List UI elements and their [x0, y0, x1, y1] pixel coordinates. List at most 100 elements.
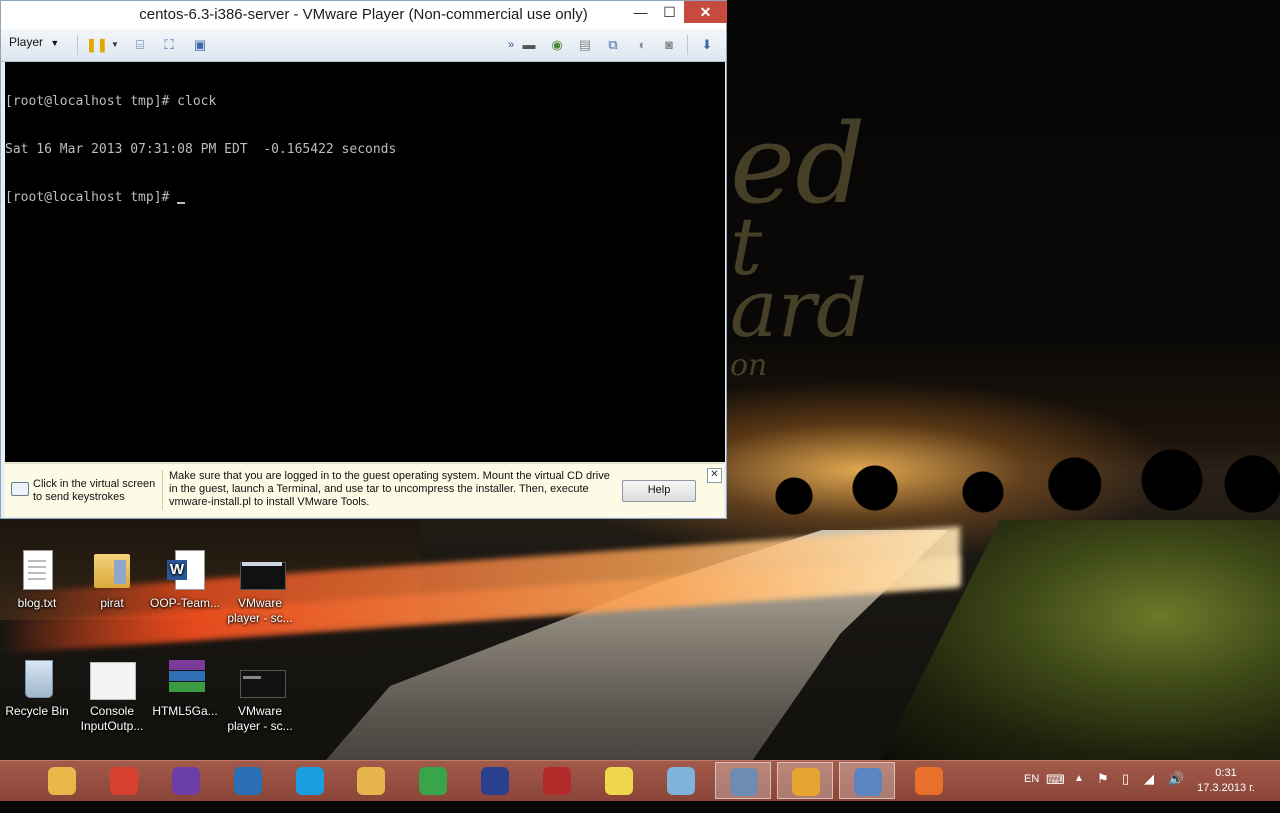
- file-explorer-icon: [48, 767, 76, 795]
- close-infobar-icon[interactable]: ✕: [707, 468, 722, 483]
- text-file-icon: [17, 550, 57, 592]
- taskbar: EN ⌨ ▲ ⚑ ▯ ◢ 🔊 0:31 17.3.2013 г.: [0, 760, 1280, 801]
- visual-studio-icon: [172, 767, 200, 795]
- pause-icon[interactable]: ❚❚: [86, 37, 108, 53]
- console-line: Sat 16 Mar 2013 07:31:08 PM EDT -0.16542…: [5, 142, 397, 157]
- desktop-icon-vmware-screenshot-1[interactable]: VMware player - sc...: [224, 550, 296, 626]
- send-ctrl-alt-del-icon[interactable]: ⌸: [132, 37, 148, 53]
- floppy-icon[interactable]: ▤: [577, 37, 593, 53]
- taskbar-button[interactable]: [405, 762, 461, 799]
- taskbar-button[interactable]: [158, 762, 214, 799]
- infobar-divider: [162, 470, 163, 510]
- close-button[interactable]: ✕: [684, 1, 727, 23]
- keyboard-icon: [11, 482, 29, 496]
- taskbar-button[interactable]: [591, 762, 647, 799]
- toolbar-separator: [77, 35, 78, 55]
- taskbar-button[interactable]: [96, 762, 152, 799]
- clock-time: 0:31: [1215, 767, 1237, 779]
- taskbar-button[interactable]: [343, 762, 399, 799]
- language-flag-icon: [481, 767, 509, 795]
- battery-icon[interactable]: ▯: [1122, 771, 1129, 811]
- help-button[interactable]: Help: [622, 480, 696, 502]
- keyboard-icon[interactable]: ⌨: [1046, 772, 1065, 812]
- utorrent-icon: [419, 767, 447, 795]
- download-icon[interactable]: ⬇: [699, 37, 715, 53]
- player-menu-label: Player: [9, 35, 44, 49]
- desktop-icon-label: VMware player - sc...: [227, 704, 293, 733]
- more-devices-icon[interactable]: »: [503, 37, 519, 53]
- taskbar-button[interactable]: [653, 762, 709, 799]
- taskbar-button[interactable]: [777, 762, 833, 799]
- desktop-icon-label: blog.txt: [17, 596, 57, 610]
- taskbar-button[interactable]: [901, 762, 957, 799]
- chevron-down-icon[interactable]: ▼: [107, 37, 123, 53]
- screenshot-image-icon: [240, 658, 286, 700]
- hard-disk-icon[interactable]: ▬: [521, 37, 537, 53]
- wallpaper-script-art: ard: [730, 262, 868, 355]
- sound-card-icon[interactable]: ◖: [633, 37, 649, 53]
- click-hint-text: Click in the virtual screen to send keys…: [33, 478, 156, 503]
- text-cursor: [177, 190, 186, 204]
- wallpaper-script-art: on: [730, 348, 768, 383]
- paint-icon: [854, 768, 882, 796]
- taskbar-button[interactable]: [282, 762, 338, 799]
- vm-toolbar: Player ▼ ❚❚ ▼ ⌸ ⛶ ▣ » ▬ ◉ ▤ ⧉ ◖ ◙ ⬇: [1, 29, 726, 62]
- taskbar-clock[interactable]: 0:31 17.3.2013 г.: [1188, 766, 1264, 796]
- console-line: [root@localhost tmp]#: [5, 190, 178, 205]
- taskbar-button[interactable]: [34, 762, 90, 799]
- sticky-notes-icon: [605, 767, 633, 795]
- show-hidden-icons-icon[interactable]: ▲: [1074, 773, 1084, 813]
- desktop-icon-label: Recycle Bin: [5, 704, 69, 718]
- chevron-down-icon: ▼: [50, 38, 60, 48]
- toolbar-separator: [687, 35, 688, 55]
- window-titlebar[interactable]: centos-6.3-i386-server - VMware Player (…: [1, 1, 727, 29]
- skype-icon: [296, 767, 324, 795]
- remote-desktop-icon: [730, 768, 758, 796]
- vmware-tools-infobar: Click in the virtual screen to send keys…: [5, 463, 724, 517]
- taskbar-button[interactable]: [715, 762, 771, 799]
- desktop-icon-label: VMware player - sc...: [227, 596, 293, 625]
- camera-icon[interactable]: ◙: [661, 37, 677, 53]
- network-signal-icon[interactable]: ◢: [1144, 771, 1154, 811]
- desktop-icon-oop-team[interactable]: W OOP-Team...: [149, 550, 221, 611]
- vmware-player-window[interactable]: centos-6.3-i386-server - VMware Player (…: [0, 0, 727, 519]
- minimize-button[interactable]: —: [626, 1, 655, 23]
- desktop-icon-label: OOP-Team...: [149, 596, 220, 610]
- fullscreen-icon[interactable]: ⛶: [161, 37, 177, 53]
- network-adapter-icon[interactable]: ⧉: [605, 37, 621, 53]
- console-line: [root@localhost tmp]# clock: [5, 94, 217, 109]
- vmware-icon: [792, 768, 820, 796]
- wallpaper-trees: [740, 440, 1280, 520]
- brackets-icon: [234, 767, 262, 795]
- desktop-icon-vmware-screenshot-2[interactable]: VMware player - sc...: [224, 658, 296, 734]
- desktop-icon-pirat[interactable]: pirat: [76, 550, 148, 611]
- action-center-flag-icon[interactable]: ⚑: [1097, 771, 1109, 811]
- taskbar-button[interactable]: [467, 762, 523, 799]
- desktop-icon-label: pirat: [100, 596, 124, 610]
- desktop-icon-console-io[interactable]: Console InputOutp...: [76, 658, 148, 734]
- maximize-button[interactable]: ☐: [655, 1, 684, 23]
- firefox-icon: [915, 767, 943, 795]
- install-tools-message: Make sure that you are logged in to the …: [169, 470, 610, 508]
- image-file-icon: [90, 658, 136, 700]
- vm-console-screen[interactable]: [root@localhost tmp]# clock Sat 16 Mar 2…: [5, 62, 725, 462]
- recycle-bin-icon: [17, 658, 57, 700]
- language-indicator[interactable]: EN: [1024, 773, 1039, 813]
- archive-tool-icon: [543, 767, 571, 795]
- taskbar-button[interactable]: [220, 762, 276, 799]
- desktop-icon-blog-txt[interactable]: blog.txt: [1, 550, 73, 611]
- volume-icon[interactable]: 🔊: [1168, 771, 1184, 811]
- screenshot-image-icon: [240, 550, 286, 592]
- winrar-archive-icon: [165, 658, 205, 700]
- taskbar-button[interactable]: [839, 762, 895, 799]
- desktop-icon-recycle-bin[interactable]: Recycle Bin: [1, 658, 73, 719]
- cd-drive-icon[interactable]: ◉: [549, 37, 565, 53]
- desktop-icon-label: HTML5Ga...: [152, 704, 218, 718]
- desktop-icon-html5ga[interactable]: HTML5Ga...: [149, 658, 221, 719]
- clock-date: 17.3.2013 г.: [1197, 782, 1255, 794]
- taskbar-button[interactable]: [529, 762, 585, 799]
- unity-icon[interactable]: ▣: [192, 37, 208, 53]
- winamp-icon: [357, 767, 385, 795]
- window-title: centos-6.3-i386-server - VMware Player (…: [139, 6, 588, 23]
- player-menu-button[interactable]: Player ▼: [9, 35, 59, 49]
